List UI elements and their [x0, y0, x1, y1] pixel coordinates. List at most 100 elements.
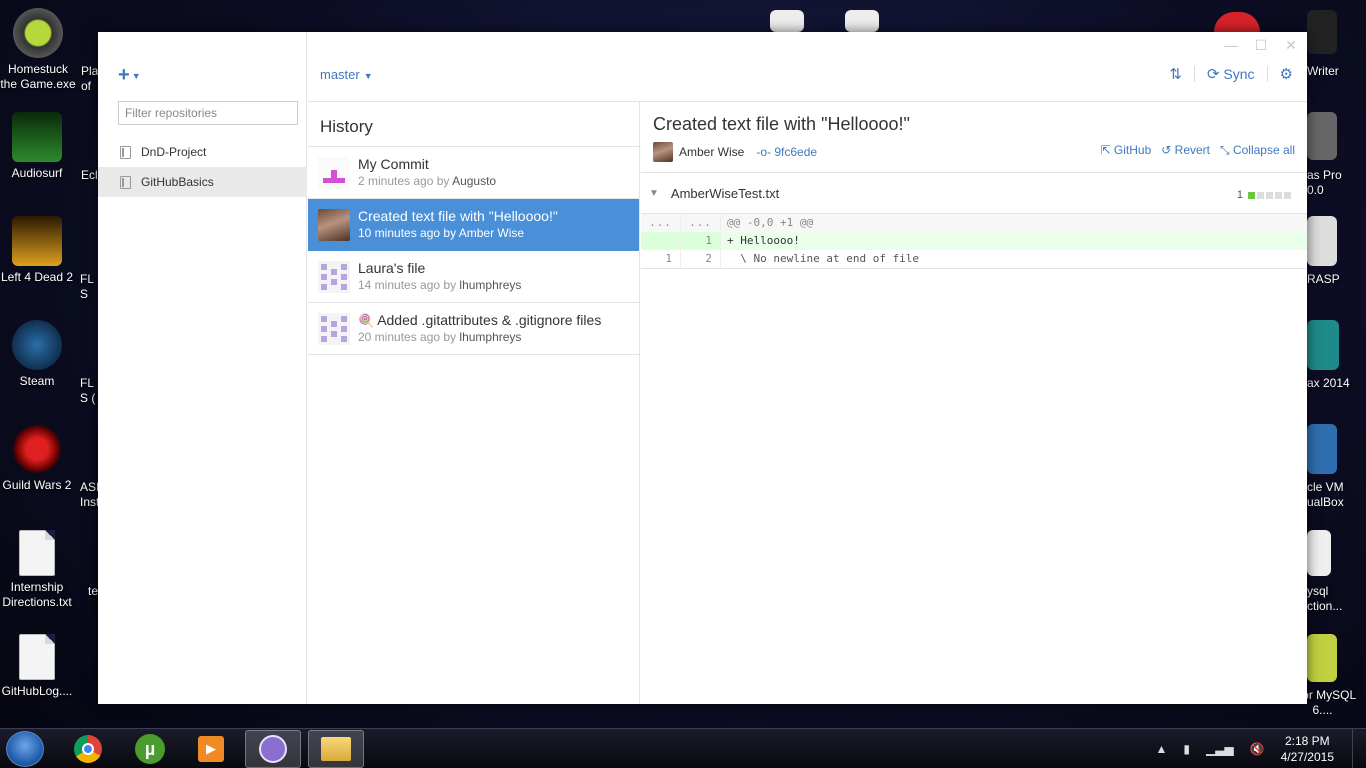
- desktop-icon-githublog[interactable]: GitHubLog....: [0, 634, 77, 699]
- text-file-icon: [19, 634, 55, 680]
- commit-title: Laura's file: [358, 260, 426, 276]
- commit-item[interactable]: Laura's file 14 minutes ago by lhumphrey…: [308, 251, 639, 303]
- clock-time: 2:18 PM: [1284, 734, 1330, 748]
- desktop-icon-partial: FL S: [80, 272, 94, 301]
- repo-item-dnd-project[interactable]: DnD-Project: [98, 137, 307, 167]
- commit-sha-link[interactable]: -o- 9fc6ede: [756, 145, 817, 159]
- github-label: GitHub: [1113, 143, 1152, 157]
- commit-detail-meta: Amber Wise -o- 9fc6ede: [653, 142, 817, 162]
- tray-expand-icon[interactable]: ▲: [1155, 742, 1167, 756]
- camera-icon[interactable]: [1307, 112, 1337, 160]
- new-line-number[interactable]: ...: [681, 214, 721, 232]
- divider: [1193, 66, 1195, 82]
- commit-item[interactable]: 🍭 Added .gitattributes & .gitignore files…: [308, 303, 639, 355]
- desktop-icon-homestuck[interactable]: Homestuck the Game.exe: [0, 8, 78, 92]
- text-file-icon[interactable]: [770, 10, 804, 32]
- repo-item-githubbasics[interactable]: GitHubBasics: [98, 167, 307, 197]
- desktop-icon-label: Left 4 Dead 2: [0, 270, 74, 284]
- desktop-icon-internship[interactable]: Internship Directions.txt: [0, 530, 77, 610]
- sync-button[interactable]: ⟳ Sync: [1207, 65, 1255, 83]
- commit-item-selected[interactable]: Created text file with "Helloooo!" 10 mi…: [308, 199, 639, 251]
- top-actions: ⇅ ⟳ Sync ⚙: [1169, 65, 1293, 83]
- desktop-icon-partial: ysql ction...: [1307, 584, 1343, 613]
- filter-repositories-input[interactable]: [118, 101, 298, 125]
- diffstat-block: [1257, 191, 1264, 199]
- mysql-icon[interactable]: [1307, 634, 1337, 682]
- commit-author: Amber Wise: [458, 226, 525, 240]
- desktop-icon-guildwars2[interactable]: Guild Wars 2: [0, 424, 77, 493]
- revert-button[interactable]: ↺ Revert: [1161, 143, 1210, 158]
- chrome-icon: [74, 735, 102, 763]
- diff-view: ... ... @@ -0,0 +1 @@ 1 + Helloooo! 1 2 …: [641, 214, 1307, 268]
- external-link-icon: ⇱: [1100, 143, 1111, 157]
- virtualbox-icon[interactable]: [1307, 424, 1337, 474]
- steam-icon: [12, 320, 62, 370]
- itunes-icon[interactable]: [1214, 12, 1260, 32]
- text-file-icon[interactable]: [845, 10, 879, 32]
- branch-name: master: [320, 67, 360, 82]
- commit-item[interactable]: My Commit 2 minutes ago by Augusto: [308, 147, 639, 199]
- desktop-icon-label: Steam: [19, 374, 55, 388]
- desktop-icon-partial: ax 2014: [1307, 376, 1350, 390]
- diffstat-block: [1248, 191, 1255, 199]
- commit-title: My Commit: [358, 156, 429, 172]
- media-player-icon: ▶: [198, 736, 224, 762]
- clock-date: 4/27/2015: [1280, 750, 1334, 764]
- desktop-icon-audiosurf[interactable]: Audiosurf: [0, 112, 77, 181]
- repo-name: DnD-Project: [141, 145, 207, 159]
- desktop-icon-partial: ASI Inst: [80, 480, 100, 509]
- divider: [1266, 66, 1268, 82]
- diff-line-content: + Helloooo!: [727, 234, 800, 247]
- volume-muted-icon[interactable]: 🔇: [1250, 742, 1265, 756]
- collapse-file-icon[interactable]: ▼: [649, 188, 659, 199]
- text-file-icon[interactable]: [1307, 530, 1331, 576]
- commit-sha: 9fc6ede: [774, 145, 818, 159]
- commit-title: Added .gitattributes & .gitignore files: [377, 312, 602, 328]
- taskbar-media-player[interactable]: ▶: [183, 730, 239, 768]
- revert-icon: ↺: [1161, 143, 1172, 157]
- clock[interactable]: 2:18 PM 4/27/2015: [1281, 733, 1334, 765]
- battery-icon[interactable]: ▮: [1183, 742, 1190, 756]
- show-desktop-button[interactable]: [1352, 729, 1366, 768]
- old-line-number[interactable]: ...: [641, 214, 681, 232]
- file-header[interactable]: ▼ AmberWiseTest.txt 1: [641, 172, 1307, 214]
- rasp-icon[interactable]: [1307, 216, 1337, 266]
- commit-detail: Created text file with "Helloooo!" Amber…: [641, 102, 1307, 704]
- desktop-icon-partial: Pla of: [81, 64, 99, 93]
- folder-icon: [321, 737, 351, 761]
- desktop-icon-partial: FL S (: [80, 376, 96, 405]
- start-button[interactable]: [6, 731, 44, 767]
- desktop-icon-l4d2[interactable]: Left 4 Dead 2: [0, 216, 77, 285]
- file-name: AmberWiseTest.txt: [670, 185, 780, 201]
- writer-icon[interactable]: [1307, 10, 1337, 54]
- diff-line-content: \ No newline at end of file: [727, 252, 920, 265]
- branch-selector[interactable]: master ▼: [320, 67, 373, 82]
- new-line-number: 1: [681, 232, 721, 250]
- max-icon[interactable]: [1307, 320, 1339, 370]
- pull-request-icon[interactable]: ⇅: [1169, 65, 1182, 83]
- chevron-down-icon: ▼: [131, 70, 141, 81]
- top-toolbar: master ▼ ⇅ ⟳ Sync ⚙: [308, 32, 1307, 102]
- add-repository-button[interactable]: + ▼: [118, 64, 141, 87]
- utorrent-icon: µ: [135, 734, 165, 764]
- taskbar-explorer[interactable]: [308, 730, 364, 768]
- old-line-number: 1: [641, 250, 681, 268]
- desktop-icon-partial: cle VM ualBox: [1307, 480, 1344, 509]
- signal-icon[interactable]: ▁▃▅: [1206, 742, 1234, 756]
- desktop-icon-label: Guild Wars 2: [2, 478, 72, 492]
- taskbar-github[interactable]: [245, 730, 301, 768]
- lollipop-icon: 🍭: [358, 313, 375, 328]
- commit-author: lhumphreys: [459, 278, 522, 292]
- avatar: [318, 208, 350, 241]
- taskbar-chrome[interactable]: [60, 730, 116, 768]
- taskbar-utorrent[interactable]: µ: [122, 730, 178, 768]
- homestuck-icon: [13, 8, 63, 58]
- text-file-icon: [19, 530, 55, 576]
- commit-time: 20 minutes ago by: [358, 330, 457, 344]
- gear-icon[interactable]: ⚙: [1280, 65, 1293, 83]
- collapse-all-button[interactable]: ⤡ Collapse all: [1220, 143, 1295, 158]
- desktop-icon-steam[interactable]: Steam: [0, 320, 77, 389]
- history-title: History: [308, 102, 639, 147]
- sync-label: Sync: [1223, 66, 1255, 82]
- github-button[interactable]: ⇱ GitHub: [1100, 143, 1151, 158]
